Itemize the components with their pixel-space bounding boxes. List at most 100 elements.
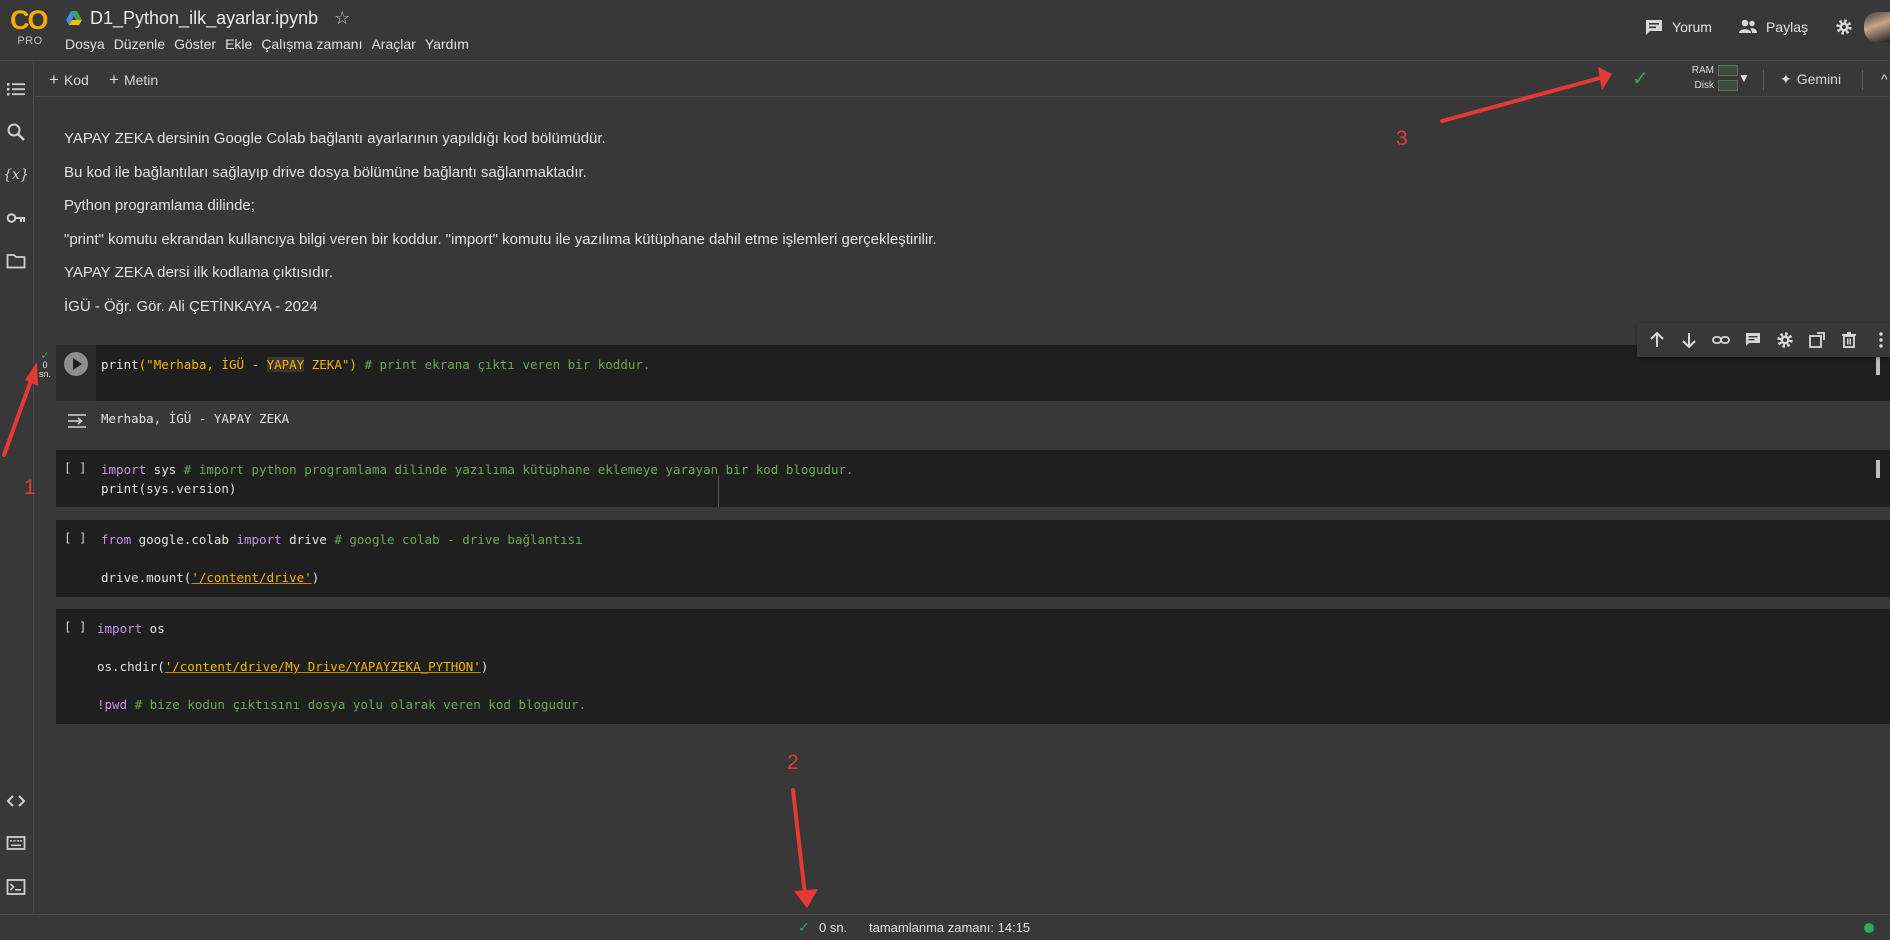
code-line[interactable]: import sys # import python programlama d… (101, 460, 854, 479)
text-line: İGÜ - Öğr. Gör. Ali ÇETİNKAYA - 2024 (64, 297, 318, 315)
command-palette-icon[interactable] (5, 832, 27, 854)
search-icon[interactable] (5, 121, 27, 143)
code-token: google.colab (131, 532, 237, 547)
arrow-up-icon[interactable] (1647, 330, 1666, 350)
output-text: Merhaba, İGÜ - YAPAY ZEKA (101, 411, 290, 426)
execution-time[interactable]: 0 sn. (819, 920, 847, 935)
disk-bar (1718, 80, 1738, 91)
text-line: YAPAY ZEKA dersi ilk kodlama çıktısıdır. (64, 264, 333, 281)
code-line[interactable]: drive.mount('/content/drive') (101, 568, 319, 587)
text-cursor (718, 476, 719, 507)
code-string-highlight: YAPAY (266, 357, 305, 372)
code-snippets-icon[interactable] (5, 790, 27, 812)
menu-runtime[interactable]: Çalışma zamanı (261, 34, 369, 54)
menu-insert[interactable]: Ekle (225, 34, 259, 54)
table-of-contents-icon[interactable] (5, 78, 27, 100)
ram-label: RAM (1691, 65, 1714, 76)
plus-icon: + (49, 70, 59, 89)
gear-icon[interactable] (1775, 330, 1794, 350)
completion-time[interactable]: tamamlanma zamanı: 14:15 (869, 920, 1030, 935)
user-avatar[interactable] (1864, 12, 1890, 42)
code-line[interactable]: !pwd # bize kodun çıktısını dosya yolu o… (97, 695, 586, 714)
add-code-button[interactable]: + Kod (49, 70, 89, 90)
gemini-label: Gemini (1796, 71, 1842, 87)
pro-badge: PRO (17, 35, 43, 47)
trash-icon[interactable] (1839, 330, 1858, 350)
code-string: '/content/drive' (191, 570, 312, 585)
menu-help[interactable]: Yardım (425, 34, 476, 54)
check-icon: ✓ (798, 919, 810, 935)
key-icon[interactable] (5, 207, 27, 229)
google-drive-icon[interactable] (66, 11, 82, 25)
run-cell-button[interactable] (64, 352, 88, 376)
disk-label: Disk (1694, 80, 1714, 91)
menu-tools[interactable]: Araçlar (371, 34, 422, 54)
terminal-icon[interactable] (5, 876, 27, 898)
top-header: CO PRO D1_Python_ilk_ayarlar.ipynb ☆ Dos… (0, 0, 1890, 61)
comment-icon[interactable] (1743, 330, 1762, 350)
arrow-2 (791, 788, 807, 897)
menu-edit[interactable]: Düzenle (114, 34, 172, 54)
cell-scrollbar[interactable] (1876, 460, 1880, 478)
comment-label: Yorum (1672, 19, 1712, 35)
chevron-up-icon[interactable]: ^ (1881, 71, 1888, 87)
code-token: os (142, 621, 165, 636)
code-comment: # print ekrana çıktı veren bir koddur. (356, 357, 651, 372)
cell-run-brackets[interactable]: [ ] (64, 619, 87, 634)
code-line[interactable]: print("Merhaba, İGÜ - YAPAY ZEKA") # pri… (101, 355, 650, 374)
code-line[interactable]: print(sys.version) (101, 479, 236, 498)
code-keyword: import (236, 532, 282, 547)
code-line[interactable]: from google.colab import drive # google … (101, 530, 583, 549)
gemini-button[interactable]: ✦ Gemini (1780, 71, 1841, 88)
comment-button[interactable]: Yorum (1644, 18, 1712, 36)
chevron-down-icon[interactable]: ▼ (1738, 71, 1750, 85)
execution-status: ✓ 0 sn. (36, 351, 54, 379)
annotation-number-1: 1 (24, 476, 36, 499)
code-line[interactable]: import os (97, 619, 165, 638)
add-text-label: Metin (123, 72, 159, 88)
share-label: Paylaş (1765, 19, 1808, 35)
colab-logo[interactable]: CO PRO (10, 6, 50, 50)
cell-scrollbar[interactable] (1876, 357, 1880, 375)
logo-text: CO (10, 5, 49, 35)
text-line: Bu kod ile bağlantıları sağlayıp drive d… (64, 163, 587, 181)
star-icon[interactable]: ☆ (334, 8, 350, 29)
menu-file[interactable]: Dosya (65, 34, 112, 54)
menu-bar: Dosya Düzenle Göster Ekle Çalışma zamanı… (65, 34, 478, 54)
connection-status-dot (1864, 923, 1874, 933)
add-text-button[interactable]: + Metin (109, 70, 158, 90)
people-icon (1738, 19, 1757, 33)
code-string: '/content/drive/My Drive/YAPAYZEKA_PYTHO… (164, 659, 481, 674)
text-line: Python programlama dilinde; (64, 197, 255, 214)
code-token: drive.mount( (101, 570, 192, 585)
code-comment: # import python programlama dilinde yazı… (183, 462, 854, 477)
arrow-down-icon[interactable] (1679, 330, 1698, 350)
menu-view[interactable]: Göster (174, 34, 223, 54)
more-vert-icon[interactable] (1871, 330, 1890, 350)
markdown-cell[interactable]: YAPAY ZEKA dersinin Google Colab bağlant… (64, 130, 1164, 331)
code-token: os.chdir( (97, 659, 165, 674)
code-keyword: from (101, 532, 132, 547)
link-icon[interactable] (1711, 330, 1730, 350)
resource-meter[interactable]: RAM Disk (1668, 63, 1738, 95)
cell-run-brackets[interactable]: [ ] (64, 460, 87, 475)
variables-icon[interactable]: {x} (3, 164, 29, 186)
settings-button[interactable] (1834, 18, 1854, 36)
sparkle-icon: ✦ (1780, 71, 1792, 87)
cell-toolbar (1637, 323, 1890, 357)
open-in-tab-icon[interactable] (1807, 330, 1826, 350)
share-button[interactable]: Paylaş (1738, 18, 1808, 36)
plus-icon: + (109, 70, 119, 89)
output-toggle-icon[interactable] (66, 412, 88, 430)
notebook-title[interactable]: D1_Python_ilk_ayarlar.ipynb (90, 8, 318, 29)
cell-run-brackets[interactable]: [ ] (64, 530, 87, 545)
code-keyword: import (97, 621, 143, 636)
code-string: ZEKA" (304, 357, 350, 372)
code-keyword: !pwd (97, 697, 128, 712)
folder-icon[interactable] (5, 250, 27, 272)
cell-output (56, 405, 1890, 437)
annotation-number-2: 2 (787, 751, 799, 774)
code-line[interactable]: os.chdir('/content/drive/My Drive/YAPAYZ… (97, 657, 488, 676)
play-icon (73, 358, 82, 370)
code-token: sys (146, 462, 184, 477)
